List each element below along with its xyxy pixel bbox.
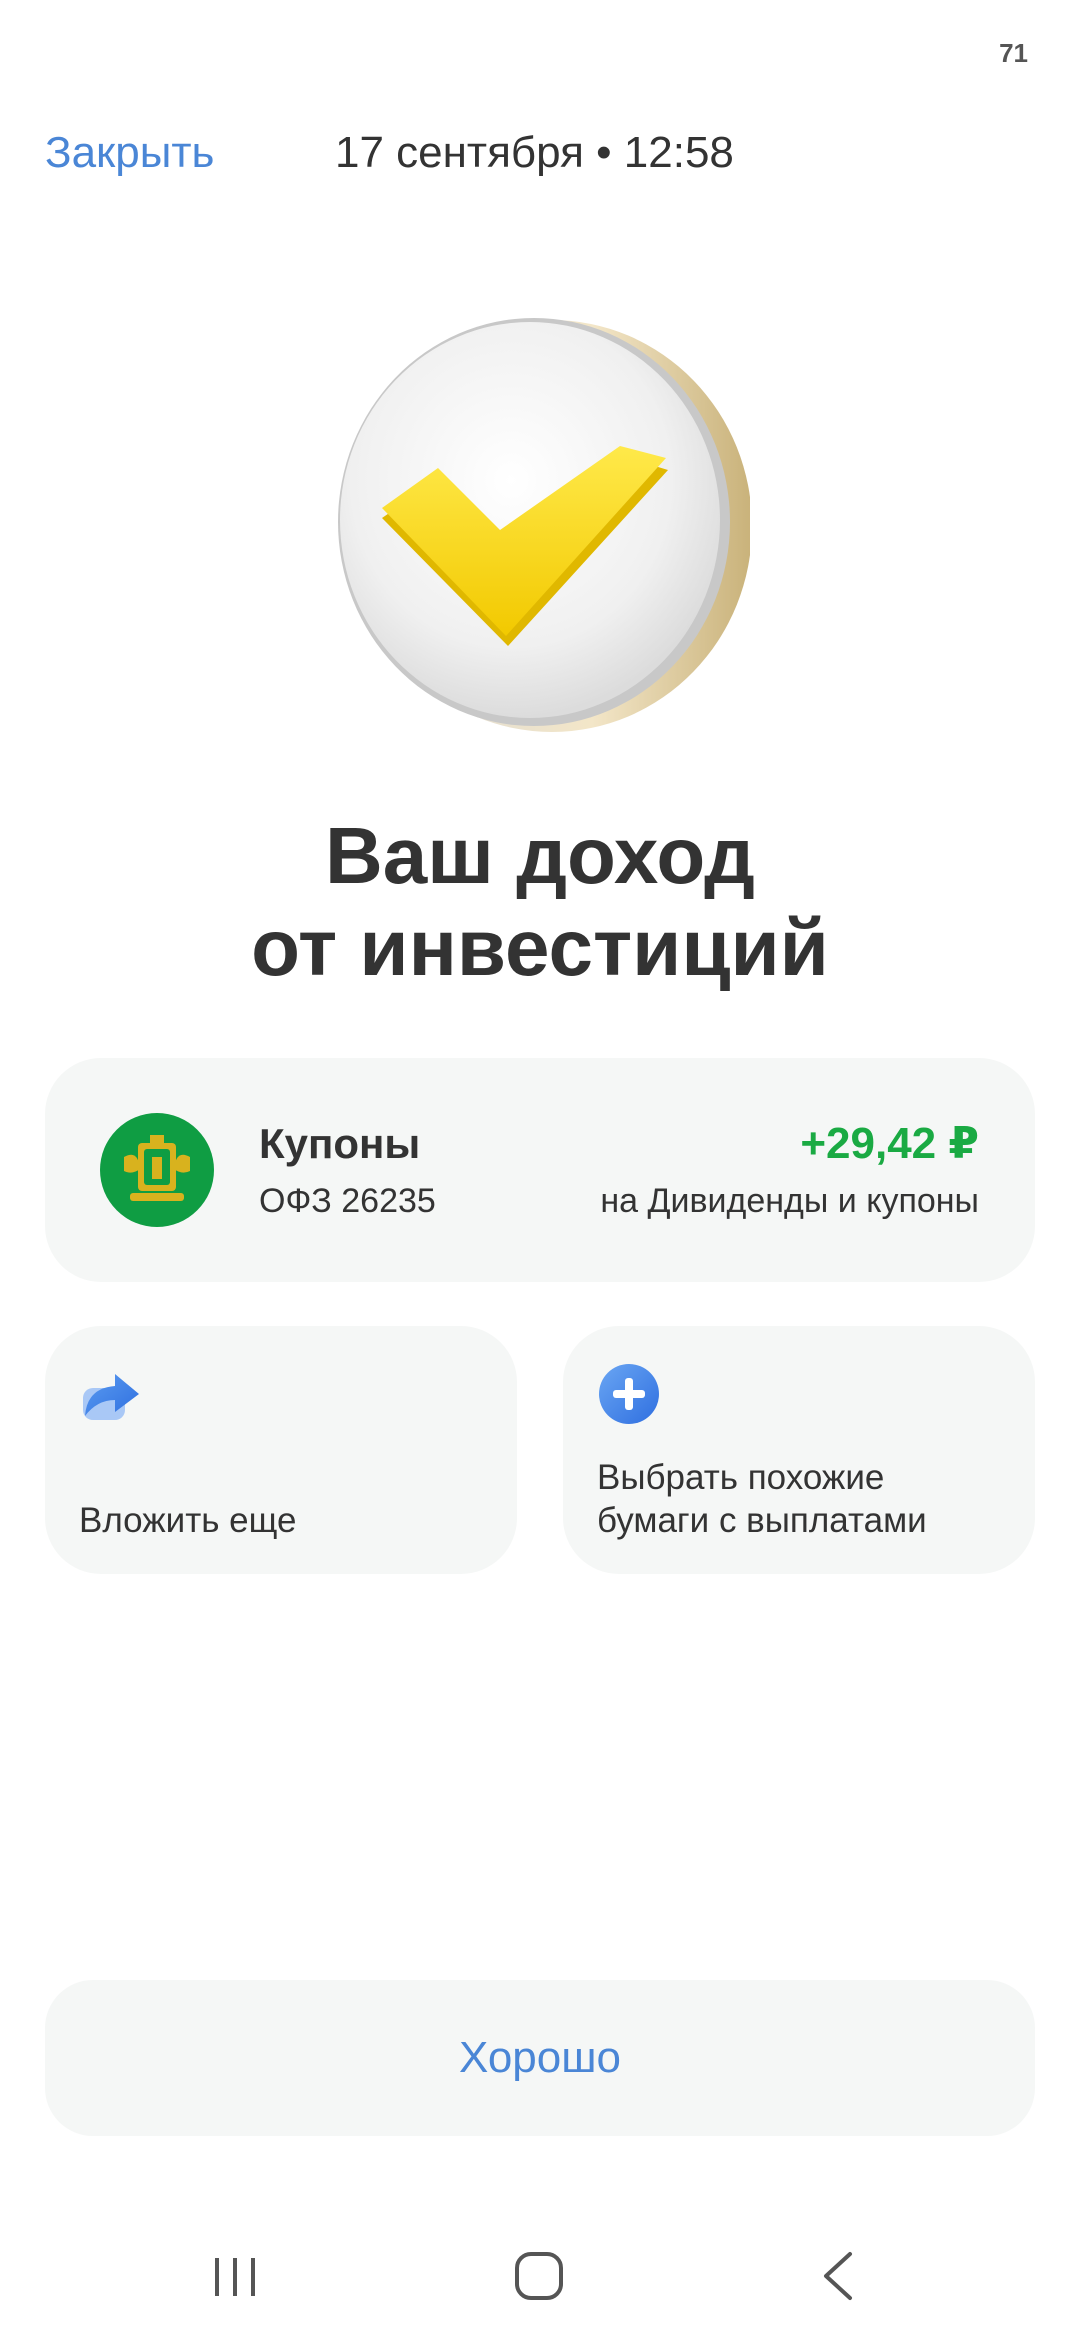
home-icon[interactable] xyxy=(500,2240,580,2310)
header: Закрыть 17 сентября • 12:58 xyxy=(0,118,1080,198)
invest-more-button[interactable]: Вложить еще xyxy=(45,1326,517,1574)
page-title-line2: от инвестиций xyxy=(251,903,829,992)
close-button[interactable]: Закрыть xyxy=(45,128,214,178)
security-name: ОФЗ 26235 xyxy=(259,1182,436,1220)
choose-similar-label: Выбрать похожие бумаги с выплатами xyxy=(597,1456,1011,1542)
success-checkmark-icon xyxy=(330,308,752,738)
choose-similar-securities-button[interactable]: Выбрать похожие бумаги с выплатами xyxy=(563,1326,1035,1574)
page-title: Ваш доход от инвестиций xyxy=(0,810,1080,994)
checkmark-coin-graphic xyxy=(338,318,752,732)
battery-level: 71 xyxy=(999,38,1028,68)
investment-income-screen: 71 Закрыть 17 сентября • 12:58 Ваш доход… xyxy=(0,0,1080,2340)
plus-circle-icon xyxy=(597,1362,661,1426)
choose-similar-label-line2: бумаги с выплатами xyxy=(597,1501,927,1540)
income-type: Купоны xyxy=(259,1120,421,1167)
invest-more-label: Вложить еще xyxy=(79,1501,297,1540)
choose-similar-label-line1: Выбрать похожие xyxy=(597,1458,885,1497)
recent-apps-icon[interactable] xyxy=(195,2240,275,2310)
status-bar: 71 xyxy=(0,0,1080,100)
income-destination: на Дивиденды и купоны xyxy=(600,1182,979,1220)
system-navigation-bar xyxy=(0,2220,1080,2330)
ok-button[interactable]: Хорошо xyxy=(45,1980,1035,2136)
issuer-emblem-icon xyxy=(100,1113,214,1227)
operation-datetime: 17 сентября • 12:58 xyxy=(335,128,734,177)
emblem-graphic xyxy=(124,1135,190,1201)
share-arrow-icon xyxy=(79,1362,143,1426)
income-card[interactable]: Купоны ОФЗ 26235 +29,42 ₽ на Дивиденды и… xyxy=(45,1058,1035,1282)
back-icon[interactable] xyxy=(800,2240,880,2310)
page-title-line1: Ваш доход xyxy=(325,811,755,900)
income-amount: +29,42 ₽ xyxy=(800,1119,979,1168)
